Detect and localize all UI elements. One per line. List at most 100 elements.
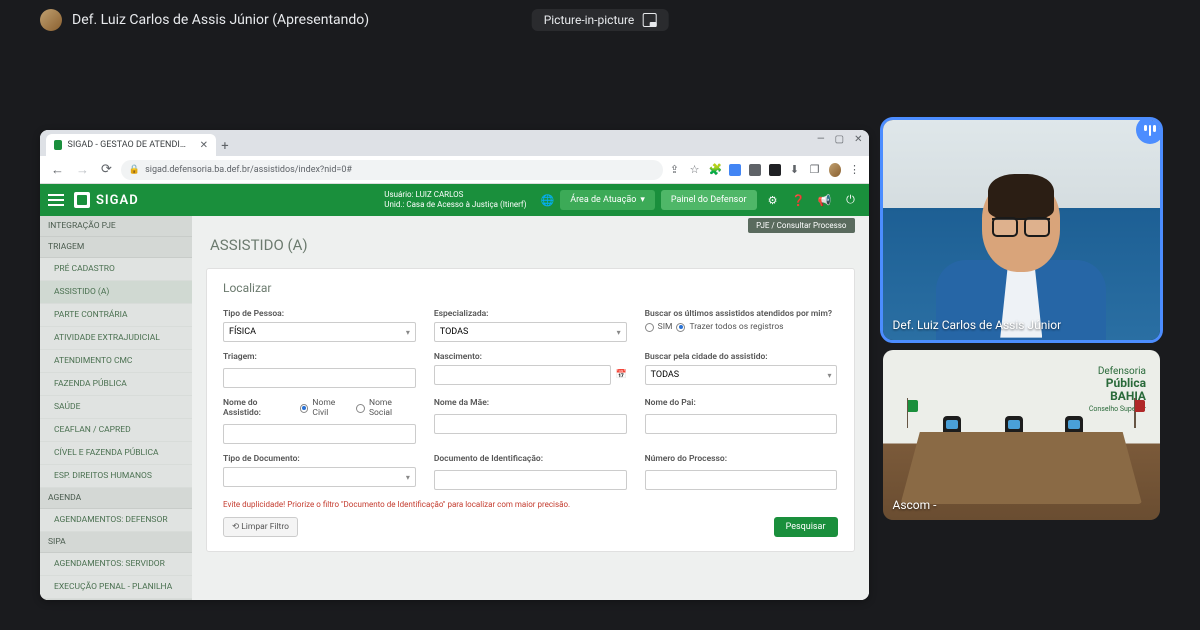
presenter-name: Def. Luiz Carlos de Assis Júnior (Aprese…	[72, 12, 369, 28]
participant-tile-presenter[interactable]: Def. Luiz Carlos de Assis Júnior	[883, 120, 1161, 340]
especializada-label: Especializada:	[434, 309, 627, 319]
lock-icon: 🔒	[129, 165, 140, 175]
menu-item-civel-fazenda[interactable]: CÍVEL E FAZENDA PÚBLICA	[40, 442, 192, 465]
tab-close-icon[interactable]: ✕	[200, 140, 208, 151]
buscar-cidade-label: Buscar pela cidade do assistido:	[645, 352, 838, 362]
video-column: Def. Luiz Carlos de Assis Júnior Defenso…	[883, 40, 1161, 600]
window-maximize-button[interactable]: ▢	[835, 134, 844, 145]
radio-trazer-todos[interactable]	[676, 323, 685, 332]
tipo-pessoa-select[interactable]: FÍSICA ▾	[223, 322, 416, 342]
limpar-filtro-button[interactable]: ⟲ Limpar Filtro	[223, 517, 298, 537]
numero-processo-input[interactable]	[645, 470, 838, 490]
especializada-select[interactable]: TODAS ▾	[434, 322, 627, 342]
flag-left-icon	[903, 398, 913, 428]
menu-item-ceaflan[interactable]: CEAFLAN / CAPRED	[40, 419, 192, 442]
radio-nome-civil[interactable]	[300, 404, 309, 413]
menu-item-saude[interactable]: SAÚDE	[40, 396, 192, 419]
nascimento-input[interactable]	[434, 365, 612, 385]
menu-item-execucao-penal[interactable]: EXECUÇÃO PENAL - PLANILHA	[40, 576, 192, 599]
menu-item-agendamentos-servidor[interactable]: AGENDAMENTOS: SERVIDOR	[40, 553, 192, 576]
window-minimize-button[interactable]: —	[817, 134, 825, 145]
menu-item-atendimento-cmc[interactable]: ATENDIMENTO CMC	[40, 350, 192, 373]
browser-tab[interactable]: SIGAD - GESTÃO DE ATENDIMENTO ✕	[46, 134, 216, 156]
menu-item-parte-contraria[interactable]: PARTE CONTRÁRIA	[40, 304, 192, 327]
more-icon[interactable]: ⋮	[849, 163, 861, 176]
chevron-down-icon: ▾	[406, 473, 410, 482]
radio-nome-social[interactable]	[356, 404, 365, 413]
numero-processo-label: Número do Processo:	[645, 454, 838, 464]
radio-nome-civil-label: Nome Civil	[312, 398, 352, 418]
nav-reload-icon[interactable]: ⟳	[98, 162, 115, 177]
menu-item-assistido[interactable]: ASSISTIDO (A)	[40, 281, 192, 304]
menu-section-integracao[interactable]: INTEGRAÇÃO PJE	[40, 216, 192, 237]
browser-tabbar: SIGAD - GESTÃO DE ATENDIMENTO ✕ +	[40, 130, 869, 156]
notification-icon[interactable]: 📢	[815, 190, 835, 210]
menu-toggle-icon[interactable]	[48, 194, 64, 206]
menu-section-agenda[interactable]: AGENDA	[40, 488, 192, 509]
pje-consultar-button[interactable]: PJE / Consultar Processo	[748, 218, 854, 233]
menu-item-agendamentos-defensor[interactable]: AGENDAMENTOS: DEFENSOR	[40, 509, 192, 532]
painel-defensor-button[interactable]: Painel do Defensor	[661, 190, 757, 210]
meeting-header: Def. Luiz Carlos de Assis Júnior (Aprese…	[0, 0, 1200, 40]
panel-title: Localizar	[223, 281, 838, 295]
pesquisar-button[interactable]: Pesquisar	[774, 517, 838, 537]
buscar-ultimos-radios: SIM Trazer todos os registros	[645, 322, 838, 332]
sigad-app: SIGAD Usuário: LUIZ CARLOS Unid.: Casa d…	[40, 184, 869, 600]
history-icon[interactable]: ❐	[809, 163, 821, 176]
profile-avatar-icon[interactable]	[829, 163, 841, 177]
menu-item-direitos-humanos[interactable]: ESP. DIREITOS HUMANOS	[40, 465, 192, 488]
star-icon[interactable]: ☆	[689, 163, 701, 176]
nome-pai-input[interactable]	[645, 414, 838, 434]
gear-icon[interactable]: ⚙	[763, 190, 783, 210]
pip-label: Picture-in-picture	[544, 13, 635, 27]
url-text: sigad.defensoria.ba.def.br/assistidos/in…	[145, 165, 352, 175]
menu-item-atividade-extrajudicial[interactable]: ATIVIDADE EXTRAJUDICIAL	[40, 327, 192, 350]
toolbar-icons: ⇪ ☆ 🧩 ⬇ ❐ ⋮	[669, 163, 861, 177]
extension-blue-icon[interactable]	[729, 164, 741, 176]
extension-grey-icon[interactable]	[749, 164, 761, 176]
window-close-button[interactable]: ✕	[854, 134, 862, 145]
buscar-cidade-select[interactable]: TODAS ▾	[645, 365, 838, 385]
documento-identificacao-input[interactable]	[434, 470, 627, 490]
sigad-logo: SIGAD	[74, 192, 139, 208]
duplicate-warning: Evite duplicidade! Priorize o filtro "Do…	[223, 500, 838, 509]
picture-in-picture-button[interactable]: Picture-in-picture	[532, 9, 669, 31]
logout-icon[interactable]: ⏻	[841, 190, 861, 210]
radio-sim-label: SIM	[658, 322, 673, 332]
chevron-down-icon: ▾	[406, 328, 410, 337]
nav-forward-icon[interactable]: →	[73, 162, 92, 178]
menu-section-sipa[interactable]: SIPA	[40, 532, 192, 553]
menu-section-triagem[interactable]: TRIAGEM	[40, 237, 192, 258]
calendar-icon[interactable]: 📅	[615, 370, 626, 380]
triagem-input[interactable]	[223, 368, 416, 388]
content-area: PJE / Consultar Processo ASSISTIDO (A) L…	[192, 216, 869, 600]
extensions-icon[interactable]: 🧩	[709, 163, 721, 176]
help-icon[interactable]: ❓	[789, 190, 809, 210]
address-bar[interactable]: 🔒 sigad.defensoria.ba.def.br/assistidos/…	[121, 160, 663, 180]
nav-back-icon[interactable]: ←	[48, 162, 67, 178]
tipo-documento-label: Tipo de Documento:	[223, 454, 416, 464]
nome-mae-input[interactable]	[434, 414, 627, 434]
user-name: Usuário: LUIZ CARLOS	[384, 190, 526, 200]
documento-identificacao-label: Documento de Identificação:	[434, 454, 627, 464]
limpar-filtro-label: Limpar Filtro	[241, 522, 289, 532]
menu-section-observatorios[interactable]: OBSERVATÓRIOS	[40, 599, 192, 600]
window-controls: — ▢ ✕	[817, 134, 863, 145]
extension-dark-icon[interactable]	[769, 164, 781, 176]
tipo-documento-select[interactable]: ▾	[223, 467, 416, 487]
sigad-header: SIGAD Usuário: LUIZ CARLOS Unid.: Casa d…	[40, 184, 869, 216]
browser-toolbar: ← → ⟳ 🔒 sigad.defensoria.ba.def.br/assis…	[40, 156, 869, 184]
tab-title: SIGAD - GESTÃO DE ATENDIMENTO	[67, 140, 188, 150]
download-icon[interactable]: ⬇	[789, 163, 801, 176]
especializada-value: TODAS	[440, 327, 468, 337]
share-icon[interactable]: ⇪	[669, 163, 681, 176]
participant-tile-ascom[interactable]: Defensoria Pública BAHIA Conselho Superi…	[883, 350, 1161, 520]
sigad-brand: SIGAD	[96, 193, 139, 208]
menu-item-pre-cadastro[interactable]: PRÉ CADASTRO	[40, 258, 192, 281]
nome-assistido-input[interactable]	[223, 424, 416, 444]
radio-sim[interactable]	[645, 323, 654, 332]
area-atuacao-button[interactable]: Área de Atuação ▾	[560, 190, 655, 210]
menu-item-fazenda-publica[interactable]: FAZENDA PÚBLICA	[40, 373, 192, 396]
new-tab-button[interactable]: +	[216, 139, 234, 156]
sigad-body: INTEGRAÇÃO PJE TRIAGEM PRÉ CADASTRO ASSI…	[40, 216, 869, 600]
